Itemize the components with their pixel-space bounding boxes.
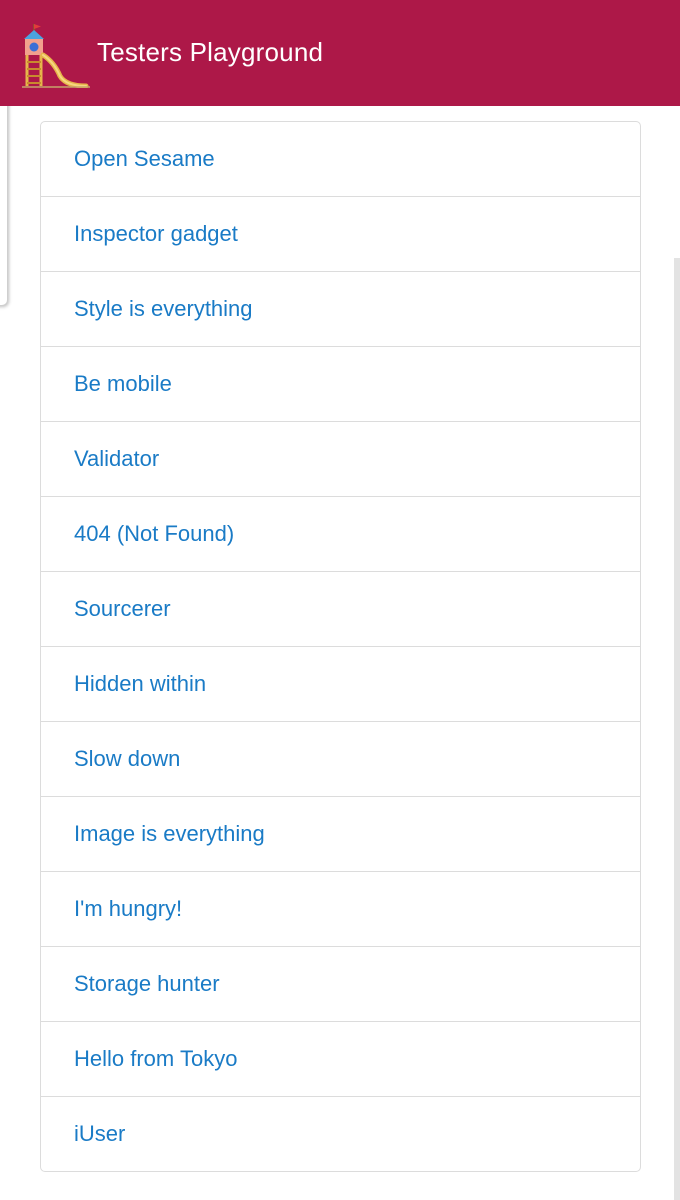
menu-item-iuser: iUser <box>41 1096 640 1171</box>
menu-item-image-is-everything: Image is everything <box>41 796 640 871</box>
menu-item-hidden-within: Hidden within <box>41 646 640 721</box>
menu-link-style-is-everything[interactable]: Style is everything <box>41 272 640 346</box>
menu-item-open-sesame: Open Sesame <box>41 122 640 196</box>
app-header: Testers Playground <box>0 0 680 106</box>
menu-item-sourcerer: Sourcerer <box>41 571 640 646</box>
menu-item-inspector-gadget: Inspector gadget <box>41 196 640 271</box>
menu-link-be-mobile[interactable]: Be mobile <box>41 347 640 421</box>
menu-item-im-hungry: I'm hungry! <box>41 871 640 946</box>
menu-link-slow-down[interactable]: Slow down <box>41 722 640 796</box>
menu-item-hello-from-tokyo: Hello from Tokyo <box>41 1021 640 1096</box>
playground-slide-icon[interactable] <box>20 22 92 89</box>
menu-item-storage-hunter: Storage hunter <box>41 946 640 1021</box>
menu-link-sourcerer[interactable]: Sourcerer <box>41 572 640 646</box>
menu-item-404-not-found: 404 (Not Found) <box>41 496 640 571</box>
menu-item-validator: Validator <box>41 421 640 496</box>
menu-item-slow-down: Slow down <box>41 721 640 796</box>
menu-link-iuser[interactable]: iUser <box>41 1097 640 1171</box>
menu-link-im-hungry[interactable]: I'm hungry! <box>41 872 640 946</box>
menu-item-style-is-everything: Style is everything <box>41 271 640 346</box>
menu-link-hidden-within[interactable]: Hidden within <box>41 647 640 721</box>
menu-item-be-mobile: Be mobile <box>41 346 640 421</box>
playground-menu-list: Open Sesame Inspector gadget Style is ev… <box>40 121 641 1172</box>
menu-link-inspector-gadget[interactable]: Inspector gadget <box>41 197 640 271</box>
menu-link-hello-from-tokyo[interactable]: Hello from Tokyo <box>41 1022 640 1096</box>
menu-link-image-is-everything[interactable]: Image is everything <box>41 797 640 871</box>
menu-link-404-not-found[interactable]: 404 (Not Found) <box>41 497 640 571</box>
scrollbar-track[interactable] <box>674 258 680 1200</box>
app-title: Testers Playground <box>97 37 324 67</box>
menu-link-open-sesame[interactable]: Open Sesame <box>41 122 640 196</box>
menu-link-validator[interactable]: Validator <box>41 422 640 496</box>
menu-link-storage-hunter[interactable]: Storage hunter <box>41 947 640 1021</box>
